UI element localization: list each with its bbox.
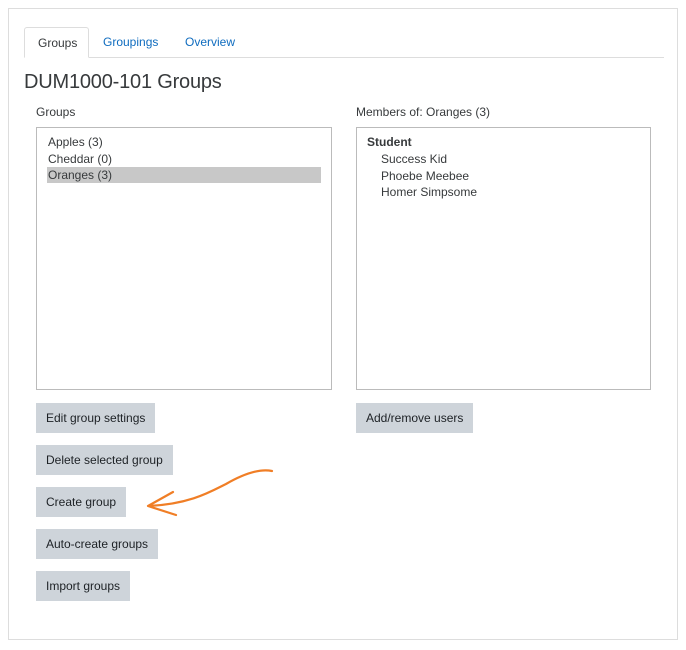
member-option[interactable]: Phoebe Meebee [381, 168, 469, 184]
groups-label: Groups [36, 105, 76, 119]
page-title: DUM1000-101 Groups [24, 71, 222, 93]
role-header-student: Student [367, 135, 412, 149]
group-option-oranges[interactable]: Oranges (3) [47, 167, 321, 183]
groups-listbox[interactable]: Apples (3) Cheddar (0) Oranges (3) [36, 127, 332, 390]
add-remove-users-button[interactable]: Add/remove users [356, 403, 474, 433]
members-label: Members of: Oranges (3) [356, 105, 491, 119]
tab-groups[interactable]: Groups [24, 27, 89, 58]
auto-create-groups-button[interactable]: Auto-create groups [36, 529, 159, 559]
members-listbox[interactable]: Student Success Kid Phoebe Meebee Homer … [356, 127, 651, 390]
tab-overview[interactable]: Overview [172, 27, 248, 58]
tab-groupings[interactable]: Groupings [90, 27, 171, 58]
tab-bar: Groups Groupings Overview [24, 27, 664, 58]
annotation-arrow-icon [146, 469, 274, 517]
import-groups-button[interactable]: Import groups [36, 571, 131, 601]
edit-group-settings-button[interactable]: Edit group settings [36, 403, 156, 433]
member-option[interactable]: Success Kid [381, 151, 447, 167]
group-option-cheddar[interactable]: Cheddar (0) [47, 151, 321, 167]
member-option[interactable]: Homer Simpsome [381, 184, 477, 200]
group-option-apples[interactable]: Apples (3) [47, 134, 321, 150]
create-group-button[interactable]: Create group [36, 487, 127, 517]
